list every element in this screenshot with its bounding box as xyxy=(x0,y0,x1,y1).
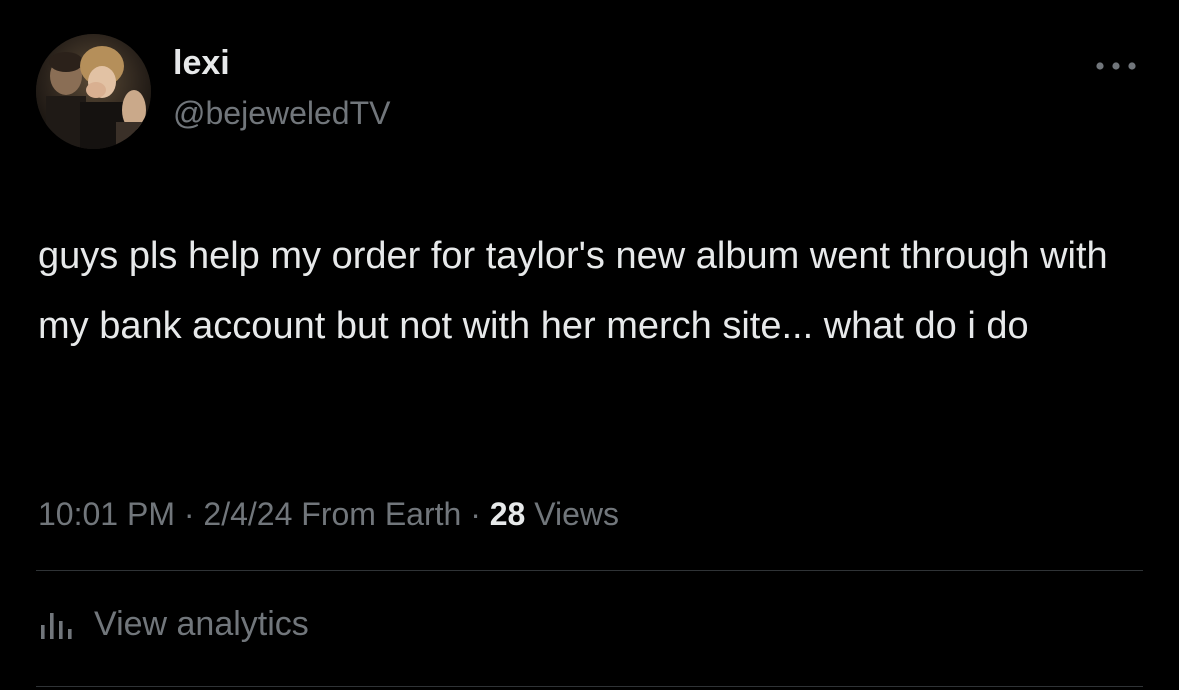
divider xyxy=(36,570,1143,571)
more-button[interactable] xyxy=(1092,54,1140,78)
display-name[interactable]: lexi xyxy=(173,44,230,82)
avatar[interactable] xyxy=(36,34,151,149)
tweet-time[interactable]: 10:01 PM xyxy=(38,496,175,532)
views-count: 28 xyxy=(489,496,526,532)
tweet-date[interactable]: 2/4/24 xyxy=(203,496,292,532)
meta-separator: · xyxy=(470,496,481,532)
meta-separator: · xyxy=(183,496,195,532)
more-horizontal-icon xyxy=(1096,62,1136,70)
tweet-text: guys pls help my order for taylor's new … xyxy=(38,235,1108,347)
view-analytics-button[interactable]: View analytics xyxy=(38,604,309,645)
view-analytics-label: View analytics xyxy=(94,605,309,643)
bar-chart-icon xyxy=(41,613,72,640)
avatar-photo xyxy=(36,34,151,149)
user-handle[interactable]: @bejeweledTV xyxy=(173,95,390,131)
tweet-metadata: 10:01 PM · 2/4/24 From Earth · 28 Views xyxy=(38,495,619,533)
divider xyxy=(36,686,1143,687)
tweet-card: lexi @bejeweledTV guys pls help my order… xyxy=(0,0,1179,690)
tweet-source: From Earth xyxy=(301,496,462,532)
views-label: Views xyxy=(534,496,619,532)
